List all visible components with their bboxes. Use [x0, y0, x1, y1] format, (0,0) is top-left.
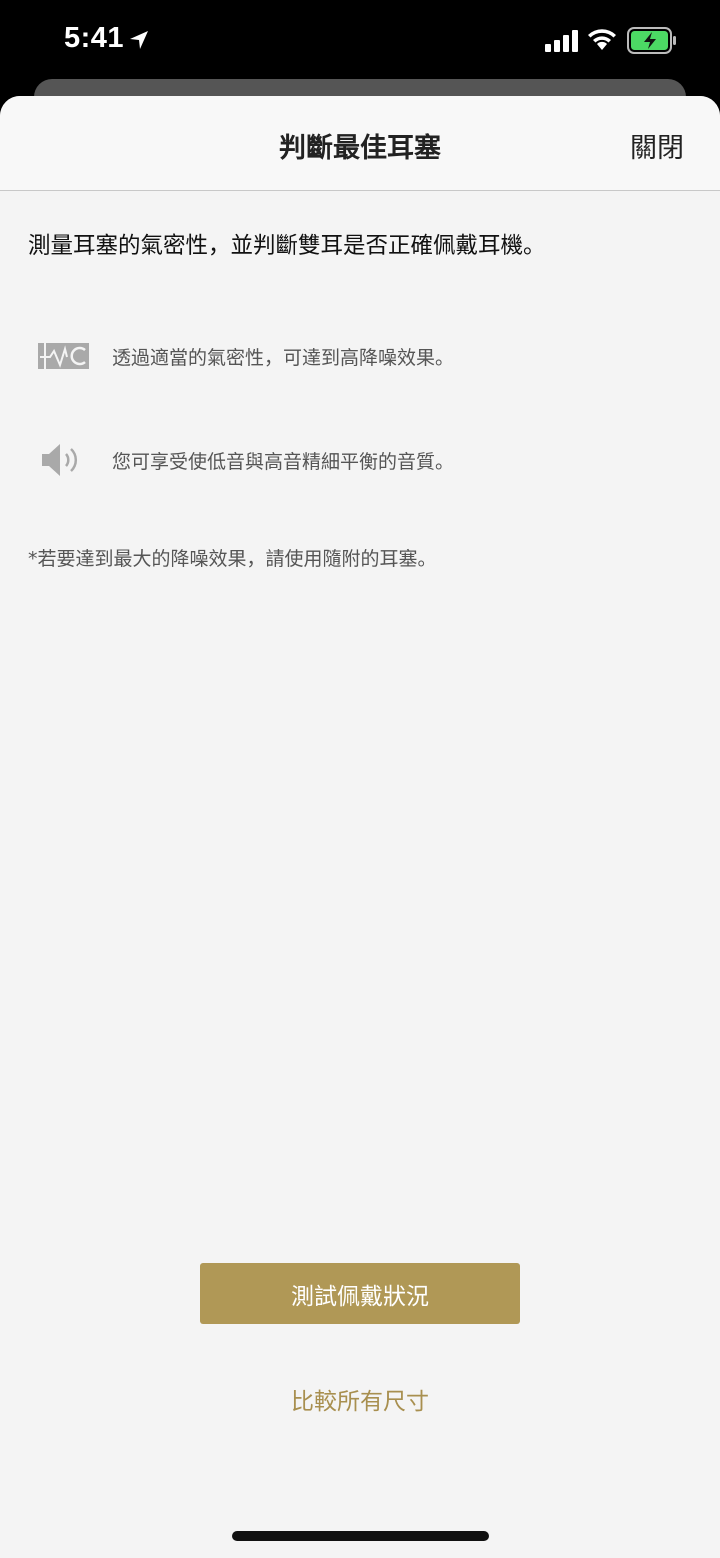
close-button[interactable]: 關閉 [630, 126, 684, 165]
location-arrow-icon [130, 31, 148, 49]
home-indicator[interactable] [232, 1531, 489, 1541]
status-bar: 5:41 [0, 0, 720, 80]
status-time: 5:41 [64, 22, 125, 54]
noise-cancelling-icon [38, 343, 89, 369]
page-title: 判斷最佳耳塞 [279, 133, 441, 164]
feature-item: 您可享受使低音與高音精細平衡的音質。 [0, 436, 720, 486]
speaker-icon [42, 444, 78, 476]
intro-text: 測量耳塞的氣密性，並判斷雙耳是否正確佩戴耳機。 [28, 233, 546, 259]
sheet-header: 判斷最佳耳塞 關閉 [0, 96, 720, 191]
test-fit-button[interactable]: 測試佩戴狀況 [200, 1263, 520, 1324]
feature-text: 您可享受使低音與高音精細平衡的音質。 [112, 451, 455, 473]
fit-test-sheet: 判斷最佳耳塞 關閉 測量耳塞的氣密性，並判斷雙耳是否正確佩戴耳機。 透過適當的氣… [0, 96, 720, 1558]
feature-item: 透過適當的氣密性，可達到高降噪效果。 [0, 332, 720, 382]
note-text: *若要達到最大的降噪效果，請使用隨附的耳塞。 [28, 548, 437, 570]
screen: 5:41 判斷最佳耳塞 關閉 測量耳塞的氣密性，並判斷雙耳是否正確佩戴耳機。 透… [0, 0, 720, 1558]
battery-charging-icon [627, 27, 676, 54]
wifi-icon [588, 29, 616, 50]
cellular-signal-icon [545, 30, 578, 52]
compare-all-sizes-link[interactable]: 比較所有尺寸 [0, 1382, 720, 1416]
feature-text: 透過適當的氣密性，可達到高降噪效果。 [112, 347, 455, 369]
